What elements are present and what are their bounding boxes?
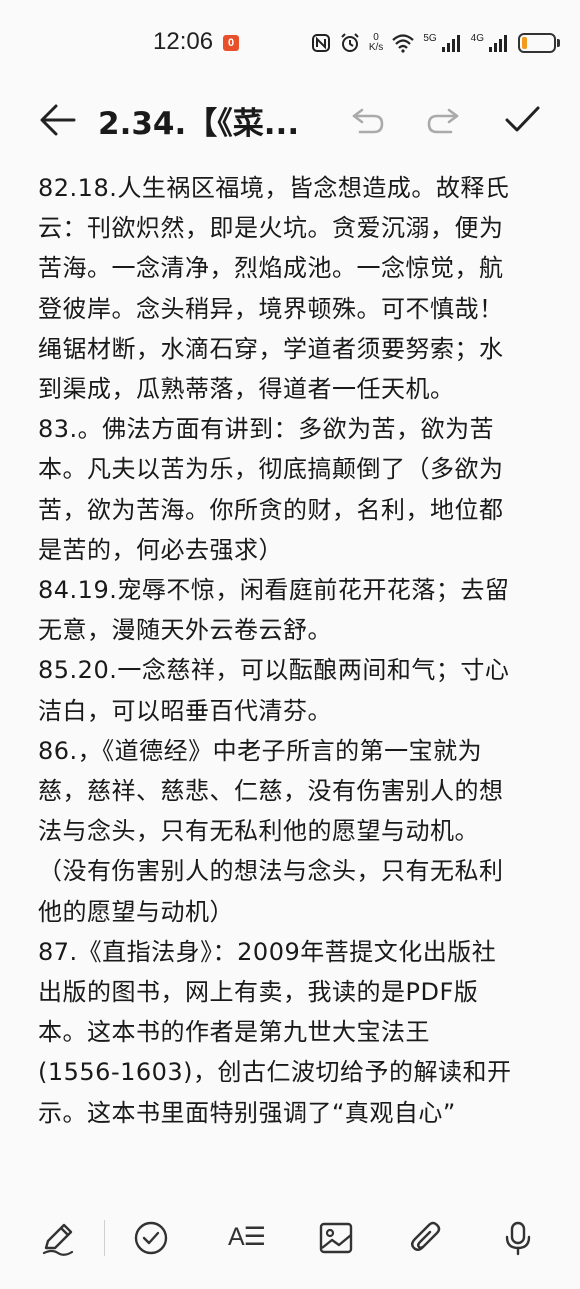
handwriting-button[interactable] <box>40 1220 76 1256</box>
note-line: 登彼岸。念头稍异，境界顿殊。可不慎哉！ <box>38 294 504 323</box>
note-line: 慈，慈祥、慈悲、仁慈，没有伤害别人的想 <box>38 777 504 806</box>
note-line: (1556-1603)，创古仁波切给予的解读和开 <box>38 1058 512 1087</box>
note-line: 苦，欲为苦海。你所贪的财，名利，地位都 <box>38 495 504 524</box>
alarm-icon <box>341 33 359 52</box>
note-line: 83.。佛法方面有讲到：多欲为苦，欲为苦 <box>38 415 495 444</box>
note-line: （没有伤害别人的想法与念头，只有无私利 <box>38 857 504 886</box>
note-line: 他的愿望与动机） <box>38 897 234 926</box>
notification-badge: 0 <box>223 35 239 51</box>
status-icons: 0 K/s 5G 4G <box>311 28 560 58</box>
note-line: 无意，漫随天外云卷云舒。 <box>38 616 332 645</box>
voice-input-button[interactable] <box>500 1220 536 1256</box>
back-button[interactable] <box>38 102 78 138</box>
redo-icon <box>427 108 459 134</box>
signal-icon <box>441 35 460 52</box>
paperclip-icon <box>411 1221 441 1251</box>
check-icon <box>505 106 540 132</box>
network-type-1: 5G <box>423 32 437 44</box>
note-line: 法与念头，只有无私利他的愿望与动机。 <box>38 817 479 846</box>
note-line: 绳锯材断，水滴石穿，学道者须要努索；水 <box>38 334 504 363</box>
text-format-button[interactable]: A☰ <box>228 1222 266 1252</box>
note-line: 82.18.人生祸区福境，皆念想造成。故释氏 <box>38 174 510 202</box>
note-line: 87.《直指法身》：2009年菩提文化出版社 <box>38 937 497 966</box>
battery-tip <box>557 39 560 47</box>
status-bar: 12:06 0 0 K/s 5G 4G <box>0 0 580 84</box>
toolbar-divider <box>104 1220 105 1256</box>
note-title: 2.34.【《菜... <box>98 106 300 142</box>
note-line: 是苦的，何必去强求） <box>38 535 283 564</box>
wifi-icon <box>392 34 415 53</box>
status-time: 12:06 <box>153 28 214 55</box>
note-line: 出版的图书，网上有卖，我读的是PDF版 <box>38 978 479 1007</box>
net-speed: 0 K/s <box>368 32 384 53</box>
undo-button[interactable] <box>350 104 386 136</box>
image-icon <box>319 1222 353 1254</box>
note-line: 本。这本书的作者是第九世大宝法王 <box>38 1018 430 1047</box>
pen-icon <box>42 1223 74 1256</box>
note-line: 洁白，可以昭垂百代清芬。 <box>38 696 332 725</box>
done-button[interactable] <box>502 102 542 138</box>
checklist-button[interactable] <box>133 1220 169 1256</box>
note-line: 84.19.宠辱不惊，闲看庭前花开花落；去留 <box>38 576 510 605</box>
note-line: 本。凡夫以苦为乐，彻底搞颠倒了（多欲为 <box>38 455 504 484</box>
signal-icon <box>489 35 507 52</box>
network-type-2: 4G <box>470 32 484 44</box>
microphone-icon <box>505 1221 531 1256</box>
note-line: 86.，《道德经》中老子所言的第一宝就为 <box>38 736 483 765</box>
battery-level <box>522 37 527 49</box>
undo-icon <box>352 108 384 134</box>
insert-image-button[interactable] <box>318 1220 354 1256</box>
note-line: 到渠成，瓜熟蒂落，得道者一任天机。 <box>38 375 455 404</box>
note-line: 苦海。一念清净，烈焰成池。一念惊觉，航 <box>38 254 504 283</box>
note-line: 云：刊欲炽然，即是火坑。贪爱沉溺，便为 <box>38 214 504 243</box>
nfc-icon <box>311 34 330 52</box>
attachment-button[interactable] <box>408 1220 444 1256</box>
note-line: 85.20.一念慈祥，可以酝酿两间和气；寸心 <box>38 656 510 685</box>
redo-button[interactable] <box>425 104 461 136</box>
note-header: 2.34.【《菜... <box>0 84 580 156</box>
note-body-editor[interactable]: 82.18.人生祸区福境，皆念想造成。故释氏 云：刊欲炽然，即是火坑。贪爱沉溺，便… <box>38 168 538 1186</box>
checklist-icon <box>134 1221 168 1255</box>
arrow-left-icon <box>40 104 76 136</box>
note-line: 示。这本书里面特别强调了“真观自心” <box>38 1098 456 1127</box>
battery-icon <box>518 33 556 53</box>
bottom-toolbar: A☰ <box>0 1200 580 1275</box>
